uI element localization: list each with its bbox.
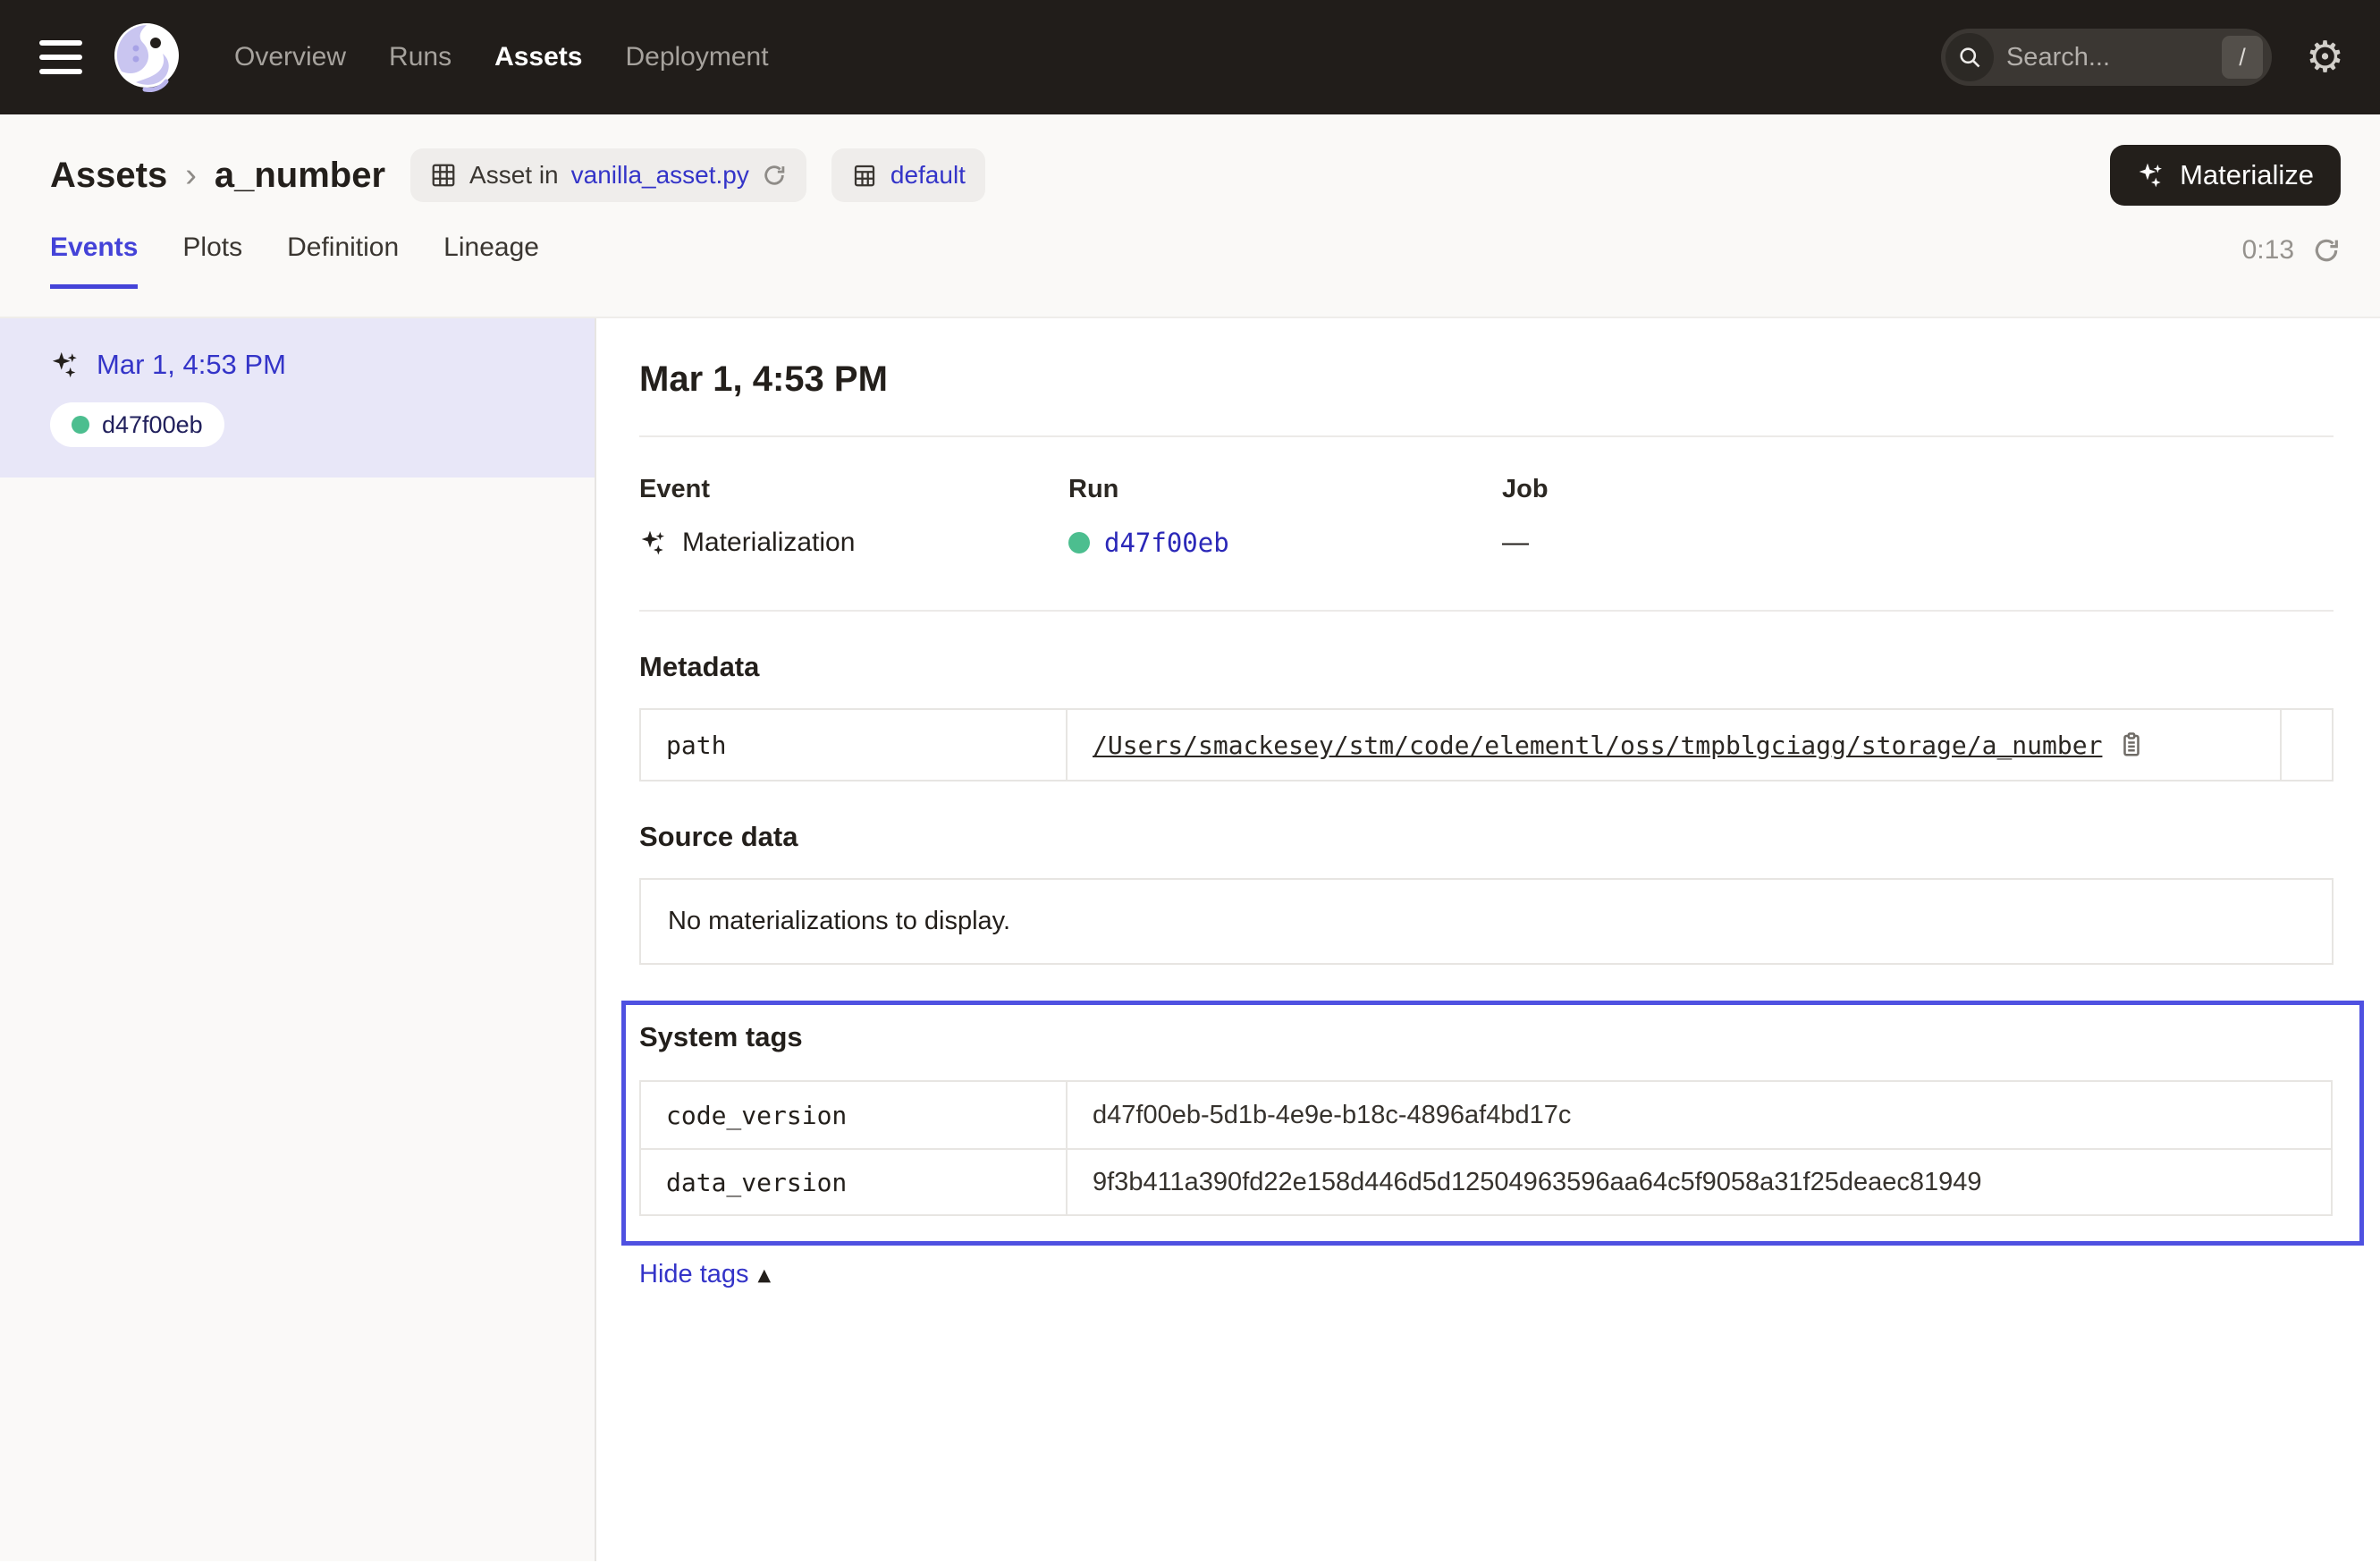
breadcrumb: Assets › a_number [50, 156, 385, 196]
materialize-button[interactable]: Materialize [2110, 145, 2341, 206]
source-data-heading: Source data [639, 821, 2334, 853]
asset-badge-prefix: Asset in [469, 161, 559, 190]
divider [639, 435, 2334, 437]
metadata-table: path /Users/smackesey/stm/code/elementl/… [639, 708, 2334, 782]
code-location-link[interactable]: default [890, 161, 966, 190]
copy-clipboard-icon[interactable] [2118, 731, 2145, 758]
event-title: Mar 1, 4:53 PM [639, 359, 2334, 400]
system-tag-key: data_version [641, 1150, 1066, 1214]
hide-tags-link[interactable]: Hide tags ▲ [639, 1260, 771, 1289]
breadcrumb-assets-link[interactable]: Assets [50, 156, 167, 196]
run-id-tag[interactable]: d47f00eb [50, 402, 224, 447]
event-list-item-selected[interactable]: Mar 1, 4:53 PM d47f00eb [0, 318, 595, 477]
caret-up-icon: ▲ [758, 1265, 772, 1285]
asset-file-link[interactable]: vanilla_asset.py [571, 161, 749, 190]
run-column-label: Run [1068, 475, 1502, 504]
asset-grid-icon [430, 162, 457, 189]
source-data-empty-state: No materializations to display. [639, 878, 2334, 965]
page-title: a_number [215, 156, 385, 196]
tab-plots[interactable]: Plots [182, 232, 242, 289]
dagster-logo-icon[interactable] [109, 20, 184, 95]
system-tag-value: d47f00eb-5d1b-4e9e-b18c-4896af4bd17c [1093, 1101, 1571, 1130]
event-type-value: Materialization [682, 528, 855, 558]
hamburger-menu-icon[interactable] [39, 40, 82, 74]
top-nav: Overview Runs Assets Deployment / ⚙ [0, 0, 2380, 114]
system-tags-highlight-box: System tags code_version d47f00eb-5d1b-4… [621, 1001, 2364, 1246]
search-input[interactable] [1994, 43, 2222, 72]
table-row: code_version d47f00eb-5d1b-4e9e-b18c-489… [641, 1082, 2331, 1148]
refresh-icon[interactable] [2312, 236, 2341, 265]
tab-events[interactable]: Events [50, 232, 138, 289]
event-summary-grid: Event Materialization Run d47f00eb [639, 475, 2334, 558]
search-box[interactable]: / [1941, 29, 2272, 86]
event-column-label: Event [639, 475, 1068, 504]
sparkle-icon [2137, 161, 2165, 190]
search-shortcut-key: / [2222, 36, 2263, 79]
system-tags-heading: System tags [639, 1021, 2333, 1053]
sparkle-icon [50, 350, 80, 380]
nav-item-overview[interactable]: Overview [234, 42, 346, 72]
nav-item-deployment[interactable]: Deployment [625, 42, 768, 72]
metadata-path-link[interactable]: /Users/smackesey/stm/code/elementl/oss/t… [1093, 731, 2102, 760]
system-tag-value: 9f3b411a390fd22e158d446d5d12504963596aa6… [1093, 1168, 1982, 1197]
metadata-key: path [641, 710, 1066, 780]
nav-item-assets[interactable]: Assets [494, 42, 582, 72]
page-header: Assets › a_number Asset in vanilla_asset… [0, 114, 2380, 318]
run-status-dot [1068, 532, 1090, 553]
hide-tags-label: Hide tags [639, 1260, 749, 1289]
table-row: data_version 9f3b411a390fd22e158d446d5d1… [641, 1148, 2331, 1214]
system-tags-table: code_version d47f00eb-5d1b-4e9e-b18c-489… [639, 1080, 2333, 1216]
system-tag-key: code_version [641, 1082, 1066, 1148]
event-detail-panel: Mar 1, 4:53 PM Event Materialization Run [596, 318, 2380, 1561]
metadata-actions-cell [2280, 710, 2332, 780]
refresh-countdown: 0:13 [2242, 235, 2294, 266]
repository-icon [851, 162, 878, 189]
primary-nav: Overview Runs Assets Deployment [234, 42, 769, 72]
events-sidebar: Mar 1, 4:53 PM d47f00eb [0, 318, 596, 1561]
empty-message: No materializations to display. [668, 907, 1010, 935]
run-status-dot [72, 416, 89, 434]
table-row: path /Users/smackesey/stm/code/elementl/… [641, 710, 2332, 780]
divider [639, 610, 2334, 612]
asset-definition-badge: Asset in vanilla_asset.py [410, 148, 806, 202]
settings-gear-icon[interactable]: ⚙ [2306, 36, 2344, 79]
run-id-label: d47f00eb [102, 411, 203, 439]
nav-item-runs[interactable]: Runs [389, 42, 452, 72]
metadata-heading: Metadata [639, 651, 2334, 683]
materialize-button-label: Materialize [2180, 159, 2314, 191]
code-location-badge: default [831, 148, 985, 202]
job-column-label: Job [1502, 475, 2334, 504]
tab-definition[interactable]: Definition [287, 232, 399, 289]
tab-lineage[interactable]: Lineage [443, 232, 539, 289]
tab-bar: Events Plots Definition Lineage 0:13 [0, 232, 2380, 289]
sparkle-icon [639, 528, 668, 557]
search-icon [1945, 33, 1994, 81]
breadcrumb-separator: › [185, 156, 197, 195]
job-value: — [1502, 528, 1529, 558]
run-id-link[interactable]: d47f00eb [1104, 528, 1229, 558]
event-timestamp-link[interactable]: Mar 1, 4:53 PM [97, 349, 286, 381]
reload-definition-icon[interactable] [762, 163, 787, 188]
